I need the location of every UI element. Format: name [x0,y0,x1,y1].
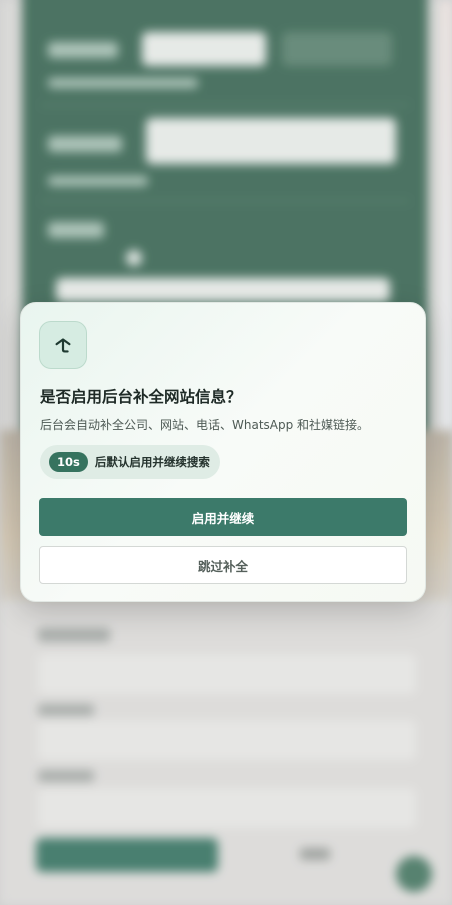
skip-enrichment-button[interactable]: 跳过补全 [39,546,407,584]
dialog-title: 是否启用后台补全网站信息？ [40,388,242,406]
countdown-text: 后默认启用并继续搜索 [94,455,210,469]
dialog-description: 后台会自动补全公司、网站、电话、WhatsApp 和社媒链接。 [40,418,370,432]
enrichment-dialog: 是否启用后台补全网站信息？ 后台会自动补全公司、网站、电话、WhatsApp 和… [20,302,426,602]
countdown-chip: 10s 后默认启用并继续搜索 [40,445,220,479]
countdown-badge: 10s [49,452,88,472]
enrich-refresh-icon [39,321,87,369]
enable-and-continue-button[interactable]: 启用并继续 [39,498,407,536]
enrich-refresh-icon-glyph [55,338,71,353]
